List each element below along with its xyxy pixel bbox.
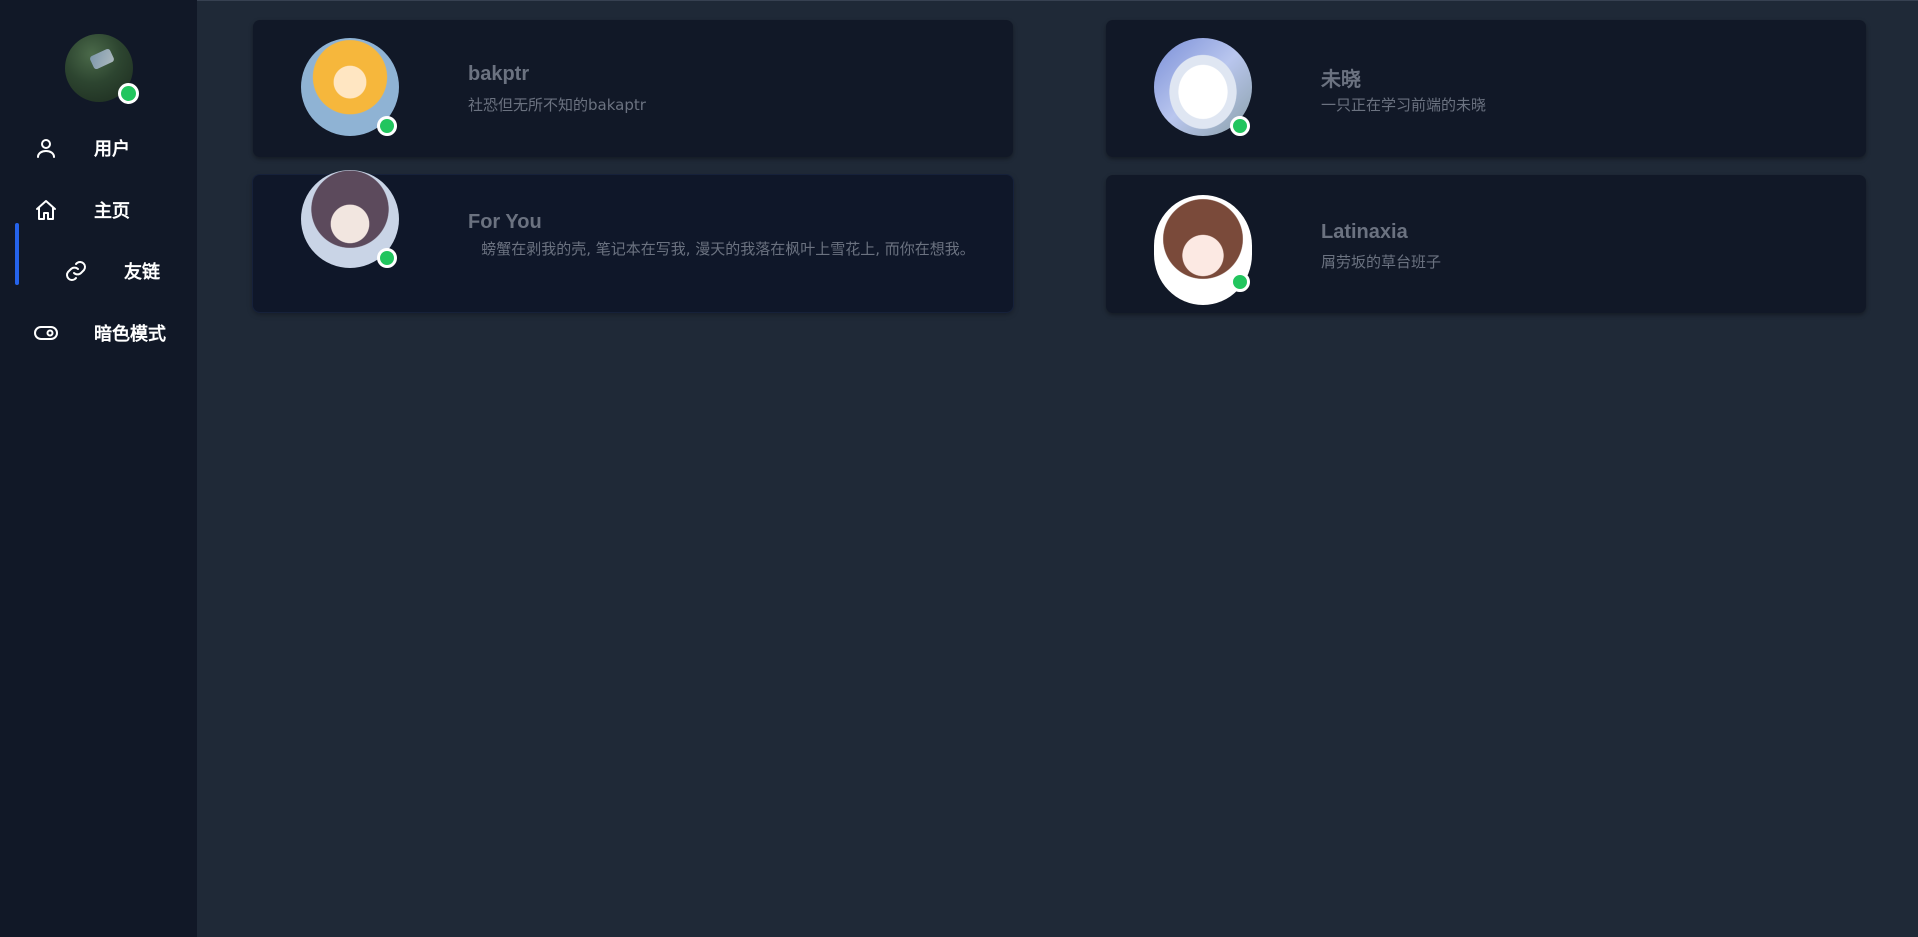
friend-card[interactable]: Latinaxia 屑劳坂的草台班子 [1106,175,1866,313]
online-status-dot [1230,272,1250,292]
online-status-dot [377,116,397,136]
toggle-icon [33,320,59,346]
user-avatar[interactable] [65,34,139,104]
online-status-dot [118,83,139,104]
friend-description: 屑劳坂的草台班子 [1321,253,1442,271]
friend-description: 社恐但无所不知的bakaptr [468,96,646,114]
friend-card[interactable]: bakptr 社恐但无所不知的bakaptr [253,20,1013,157]
friend-description: 螃蟹在剥我的壳, 笔记本在写我, 漫天的我落在枫叶上雪花上, 而你在想我。 [481,240,975,258]
sidebar-item-label: 暗色模式 [94,324,166,345]
friend-card[interactable]: 未晓 一只正在学习前端的未晓 [1106,20,1866,157]
friend-description: 一只正在学习前端的未晓 [1321,96,1487,114]
friend-card[interactable]: For You 螃蟹在剥我的壳, 笔记本在写我, 漫天的我落在枫叶上雪花上, 而… [253,170,1013,312]
friend-name: bakptr [468,63,530,85]
link-icon [63,258,89,284]
sidebar-item-user[interactable]: 用户 [0,125,197,171]
sidebar-item-links[interactable]: 友链 [0,248,197,294]
friend-name: Latinaxia [1321,221,1408,243]
friend-name: 未晓 [1321,69,1361,91]
sidebar-item-label: 用户 [94,139,130,160]
online-status-dot [1230,116,1250,136]
top-border [0,0,1918,1]
home-icon [33,197,59,223]
sidebar-item-label: 友链 [124,262,160,283]
user-icon [33,135,59,161]
online-status-dot [377,248,397,268]
sidebar: 用户 主页 友链 暗色模式 [0,0,197,937]
sidebar-item-home[interactable]: 主页 [0,187,197,233]
friend-name: For You [468,211,542,233]
sidebar-item-dark-mode[interactable]: 暗色模式 [0,310,197,356]
sidebar-item-label: 主页 [94,201,130,222]
